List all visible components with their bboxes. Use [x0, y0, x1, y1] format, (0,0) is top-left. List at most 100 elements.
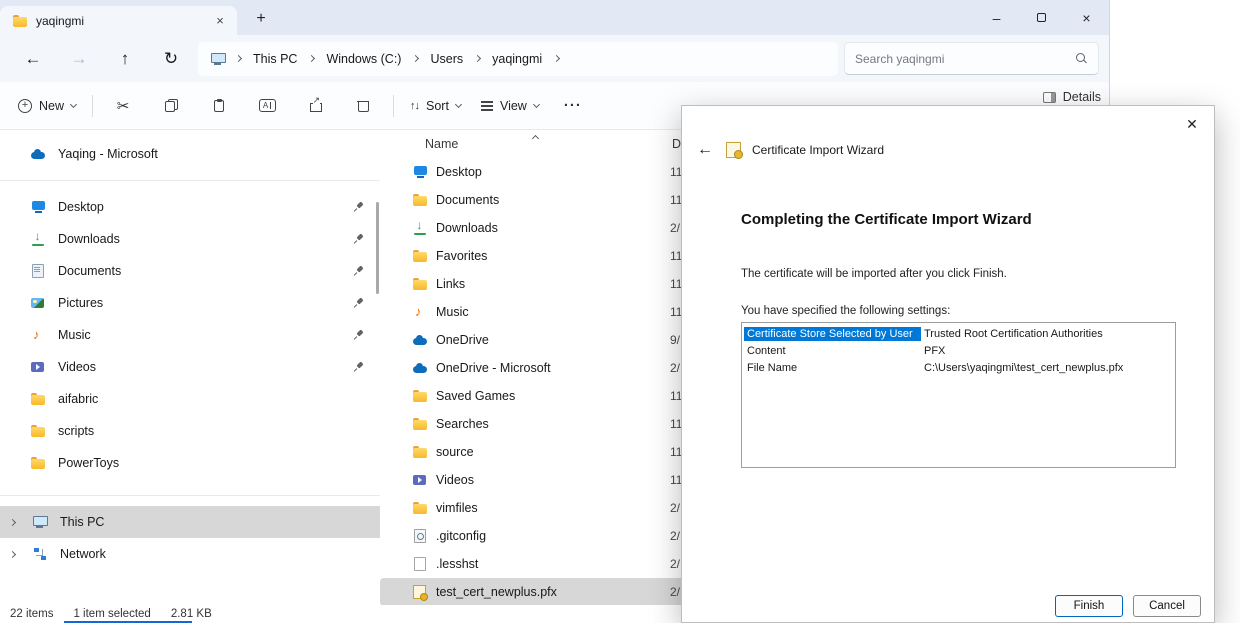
finish-button[interactable]: Finish — [1055, 595, 1123, 617]
up-button[interactable]: ↑ — [102, 42, 148, 76]
rename-button[interactable] — [243, 89, 291, 123]
search-box — [844, 42, 1099, 75]
videos-icon — [412, 472, 428, 488]
folder-icon — [412, 416, 428, 432]
breadcrumb-segment[interactable]: This PC — [253, 52, 314, 66]
search-input[interactable] — [855, 52, 1068, 66]
settings-row[interactable]: Certificate Store Selected by User Trust… — [744, 325, 1173, 342]
navigation-bar: ← → ↑ ↻ This PC Windows (C:) Users yaqin… — [0, 35, 1109, 82]
settings-row[interactable]: Content PFX — [744, 342, 1173, 359]
sidebar-item[interactable]: scripts — [0, 415, 380, 447]
folder-icon — [12, 13, 28, 29]
setting-value: Trusted Root Certification Authorities — [921, 327, 1106, 341]
expand-chevron-icon[interactable] — [9, 550, 16, 557]
maximize-icon — [1037, 13, 1046, 22]
sidebar-item[interactable]: PowerToys — [0, 447, 380, 479]
pin-icon — [354, 330, 364, 340]
sidebar-scrollbar[interactable] — [376, 202, 379, 294]
tab-bar: yaqingmi × + – × — [0, 0, 1109, 35]
navigation-sidebar: Yaqing - Microsoft Desktop Downloads Doc… — [0, 130, 380, 605]
breadcrumb-segment[interactable]: Users — [430, 52, 480, 66]
item-count: 22 items — [10, 608, 53, 620]
sidebar-item[interactable]: Pictures — [0, 287, 380, 319]
sort-icon: ↑↓ — [410, 100, 419, 112]
tab-close-button[interactable]: × — [211, 12, 229, 30]
sort-button[interactable]: ↑↓ Sort — [400, 89, 471, 123]
paste-button[interactable] — [195, 89, 243, 123]
minimize-button[interactable]: – — [974, 0, 1019, 35]
music-icon — [412, 304, 428, 320]
desktop-icon — [412, 164, 428, 180]
setting-key: File Name — [744, 361, 921, 375]
settings-row[interactable]: File Name C:\Users\yaqingmi\test_cert_ne… — [744, 359, 1173, 376]
toolbar-divider — [92, 95, 93, 117]
chevron-down-icon — [455, 100, 462, 107]
sidebar-item[interactable]: This PC — [0, 506, 380, 538]
folder-icon — [412, 192, 428, 208]
back-button[interactable]: ← — [10, 42, 56, 76]
expand-chevron-icon[interactable] — [9, 518, 16, 525]
sidebar-item[interactable]: Music — [0, 319, 380, 351]
sidebar-divider — [0, 180, 380, 181]
wizard-body-text: The certificate will be imported after y… — [741, 268, 1007, 280]
cloud-icon — [30, 146, 46, 162]
folder-icon — [30, 423, 46, 439]
setting-value: C:\Users\yaqingmi\test_cert_newplus.pfx — [921, 361, 1126, 375]
close-button[interactable]: × — [1064, 0, 1109, 35]
folder-icon — [30, 455, 46, 471]
file-icon — [412, 556, 428, 572]
this-pc-icon[interactable] — [210, 51, 226, 67]
delete-button[interactable] — [339, 89, 387, 123]
column-header-name[interactable]: Name — [380, 137, 458, 151]
music-icon — [30, 327, 46, 343]
details-pane-button[interactable]: Details — [1043, 90, 1101, 104]
sidebar-item[interactable]: Videos — [0, 351, 380, 383]
pin-icon — [354, 202, 364, 212]
cut-button[interactable]: ✂ — [99, 89, 147, 123]
download-icon — [412, 220, 428, 236]
chevron-right-icon — [412, 55, 419, 62]
maximize-button[interactable] — [1019, 0, 1064, 35]
new-tab-button[interactable]: + — [249, 7, 273, 31]
dialog-buttons: Finish Cancel — [1055, 595, 1201, 617]
tab-title: yaqingmi — [36, 14, 203, 28]
new-button[interactable]: New — [8, 89, 86, 123]
sort-ascending-icon — [532, 135, 539, 142]
download-icon — [30, 231, 46, 247]
refresh-button[interactable]: ↻ — [148, 42, 194, 76]
search-icon — [1076, 53, 1088, 65]
breadcrumb-segment[interactable]: yaqingmi — [492, 52, 559, 66]
settings-label: You have specified the following setting… — [741, 305, 950, 317]
breadcrumb-segment[interactable]: Windows (C:) — [326, 52, 418, 66]
pictures-icon — [30, 295, 46, 311]
certificate-import-wizard-dialog: ✕ ← Certificate Import Wizard Completing… — [681, 105, 1215, 623]
dialog-header: ← Certificate Import Wizard — [694, 139, 884, 161]
folder-icon — [412, 500, 428, 516]
more-options-button[interactable]: ··· — [549, 89, 597, 123]
document-icon — [30, 263, 46, 279]
chevron-down-icon — [533, 100, 540, 107]
share-button[interactable] — [291, 89, 339, 123]
sidebar-item[interactable]: aifabric — [0, 383, 380, 415]
dialog-back-button[interactable]: ← — [694, 139, 716, 161]
dialog-close-button[interactable]: ✕ — [1178, 113, 1206, 135]
copy-button[interactable] — [147, 89, 195, 123]
sidebar-item[interactable]: Network — [0, 538, 380, 570]
share-icon — [309, 99, 322, 112]
toolbar-divider — [393, 95, 394, 117]
setting-key: Certificate Store Selected by User — [744, 327, 921, 341]
forward-button[interactable]: → — [56, 42, 102, 76]
view-button[interactable]: View — [471, 89, 549, 123]
sidebar-item[interactable]: Downloads — [0, 223, 380, 255]
sidebar-item[interactable]: Desktop — [0, 191, 380, 223]
desktop-icon — [30, 199, 46, 215]
dialog-title: Certificate Import Wizard — [752, 143, 884, 157]
sidebar-item[interactable]: Documents — [0, 255, 380, 287]
breadcrumb: This PC Windows (C:) Users yaqingmi — [198, 42, 838, 76]
selection-size: 2.81 KB — [171, 608, 212, 620]
explorer-tab[interactable]: yaqingmi × — [0, 6, 237, 35]
sidebar-item-onedrive[interactable]: Yaqing - Microsoft — [0, 138, 380, 170]
chevron-right-icon — [553, 55, 560, 62]
gearfile-icon — [412, 528, 428, 544]
cancel-button[interactable]: Cancel — [1133, 595, 1201, 617]
